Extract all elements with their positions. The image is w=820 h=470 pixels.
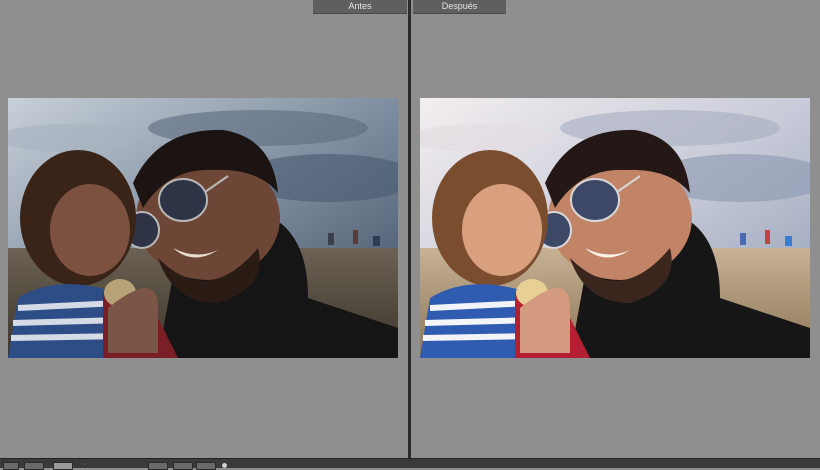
before-label: Antes (313, 0, 407, 14)
copy-settings-button[interactable] (173, 462, 193, 470)
after-photo[interactable] (420, 98, 810, 358)
before-after-view-button[interactable] (53, 462, 73, 470)
swap-settings-button[interactable] (196, 462, 216, 470)
after-label: Después (413, 0, 506, 14)
before-pane: Antes (0, 0, 408, 458)
flag-icon[interactable] (222, 463, 227, 468)
grid-view-button[interactable] (24, 462, 44, 470)
swap-left-right-button[interactable] (148, 462, 168, 470)
before-photo[interactable] (8, 98, 398, 358)
loupe-view-button[interactable] (3, 462, 19, 470)
after-pane: Después (411, 0, 820, 458)
